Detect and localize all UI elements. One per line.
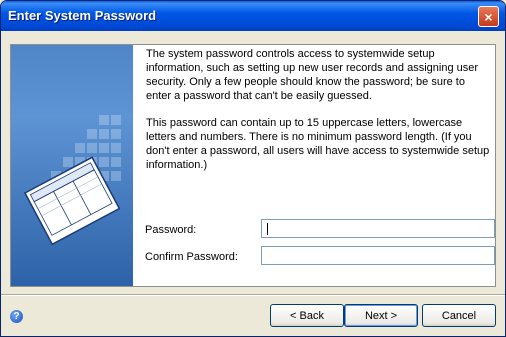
next-button[interactable]: Next > xyxy=(344,304,418,327)
password-field[interactable] xyxy=(261,219,495,238)
content-panel: The system password controls access to s… xyxy=(10,44,496,287)
window-title: Enter System Password xyxy=(8,8,157,23)
text-caret xyxy=(267,223,268,235)
description-paragraph-1: The system password controls access to s… xyxy=(146,48,479,102)
title-bar[interactable]: Enter System Password × xyxy=(1,1,505,31)
close-icon[interactable]: × xyxy=(478,6,499,27)
wizard-window: Enter System Password × The system passw… xyxy=(0,0,506,337)
description-paragraph-2: This password can contain up to 15 upper… xyxy=(146,117,490,171)
wizard-illustration xyxy=(11,45,133,286)
document-illustration-icon xyxy=(23,115,121,246)
confirm-password-field[interactable] xyxy=(261,246,495,265)
back-button[interactable]: < Back xyxy=(270,304,344,327)
description-text: The system password controls access to s… xyxy=(146,47,491,185)
password-label: Password: xyxy=(145,224,197,236)
confirm-password-label: Confirm Password: xyxy=(145,251,238,263)
cancel-button[interactable]: Cancel xyxy=(422,304,496,327)
help-icon[interactable]: ? xyxy=(10,310,23,323)
footer-divider xyxy=(1,294,505,296)
